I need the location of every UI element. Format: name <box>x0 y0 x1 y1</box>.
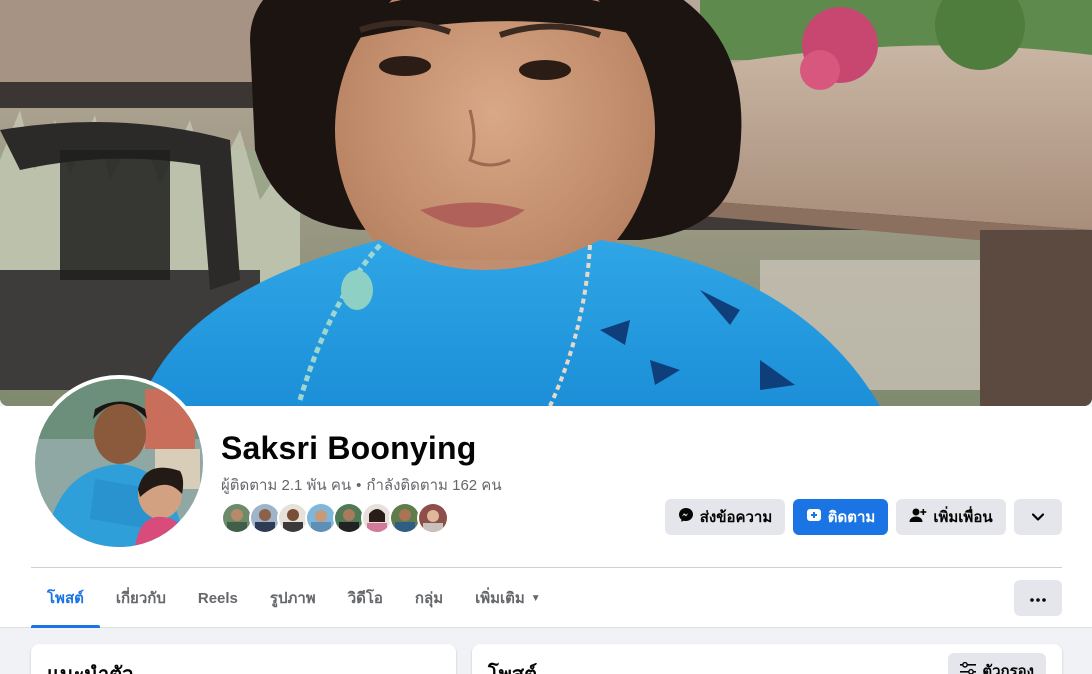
profile-avatar-image <box>35 379 203 547</box>
profile-avatar[interactable] <box>31 375 207 551</box>
filter-button[interactable]: ตัวกรอง <box>948 653 1046 674</box>
tab-videos-label: วิดีโอ <box>347 590 383 607</box>
filter-button-label: ตัวกรอง <box>982 663 1034 674</box>
tab-videos[interactable]: วิดีโอ <box>332 568 399 628</box>
friend-avatar[interactable] <box>417 502 449 534</box>
tab-more[interactable]: เพิ่มเติม ▼ <box>459 568 557 628</box>
follow-icon <box>806 507 822 527</box>
tab-more-label: เพิ่มเติม <box>475 590 525 607</box>
profile-tabs: โพสต์ เกี่ยวกับ Reels รูปภาพ วิดีโอ กลุ่… <box>31 568 557 628</box>
tab-posts-label: โพสต์ <box>47 590 84 607</box>
filter-icon <box>960 661 977 674</box>
profile-options-dropdown[interactable] <box>1014 499 1062 535</box>
add-friend-button[interactable]: เพิ่มเพื่อน <box>896 499 1006 535</box>
caret-down-icon: ▼ <box>530 592 541 604</box>
tab-photos[interactable]: รูปภาพ <box>254 568 332 628</box>
stats-separator: • <box>356 477 362 494</box>
more-options-button[interactable] <box>1014 580 1062 616</box>
tab-about-label: เกี่ยวกับ <box>115 590 166 607</box>
message-button-label: ส่งข้อความ <box>699 509 773 526</box>
following-count[interactable]: กำลังติดตาม 162 คน <box>366 477 501 494</box>
intro-panel: แนะนำตัว <box>31 644 456 674</box>
posts-panel: โพสต์ ตัวกรอง <box>472 644 1062 674</box>
tab-groups-label: กลุ่ม <box>414 590 444 607</box>
tab-reels[interactable]: Reels <box>182 568 254 628</box>
profile-name: Saksri Boonying <box>221 430 477 466</box>
messenger-icon <box>678 507 694 527</box>
profile-stats: ผู้ติดตาม 2.1 พัน คน • กำลังติดตาม 162 คน <box>221 473 502 497</box>
cover-photo[interactable] <box>0 0 1092 406</box>
tab-reels-label: Reels <box>197 589 238 607</box>
intro-title: แนะนำตัว <box>47 658 133 674</box>
add-friend-button-label: เพิ่มเพื่อน <box>933 509 993 526</box>
tab-photos-label: รูปภาพ <box>269 590 316 607</box>
tab-about[interactable]: เกี่ยวกับ <box>100 568 182 628</box>
follow-button-label: ติดตาม <box>827 509 876 526</box>
add-friend-icon <box>909 507 927 527</box>
cover-photo-illustration <box>0 0 1092 406</box>
posts-title: โพสต์ <box>488 658 537 674</box>
followers-count[interactable]: ผู้ติดตาม 2.1 พัน คน <box>221 477 351 494</box>
more-dots-icon <box>1030 589 1046 607</box>
mutual-friends-avatars <box>221 502 449 536</box>
message-button[interactable]: ส่งข้อความ <box>665 499 785 535</box>
chevron-down-icon <box>1031 509 1045 526</box>
tab-posts[interactable]: โพสต์ <box>31 568 100 628</box>
profile-page: Saksri Boonying ผู้ติดตาม 2.1 พัน คน • กำล… <box>0 0 1092 674</box>
tab-groups[interactable]: กลุ่ม <box>399 568 459 628</box>
follow-button[interactable]: ติดตาม <box>793 499 888 535</box>
